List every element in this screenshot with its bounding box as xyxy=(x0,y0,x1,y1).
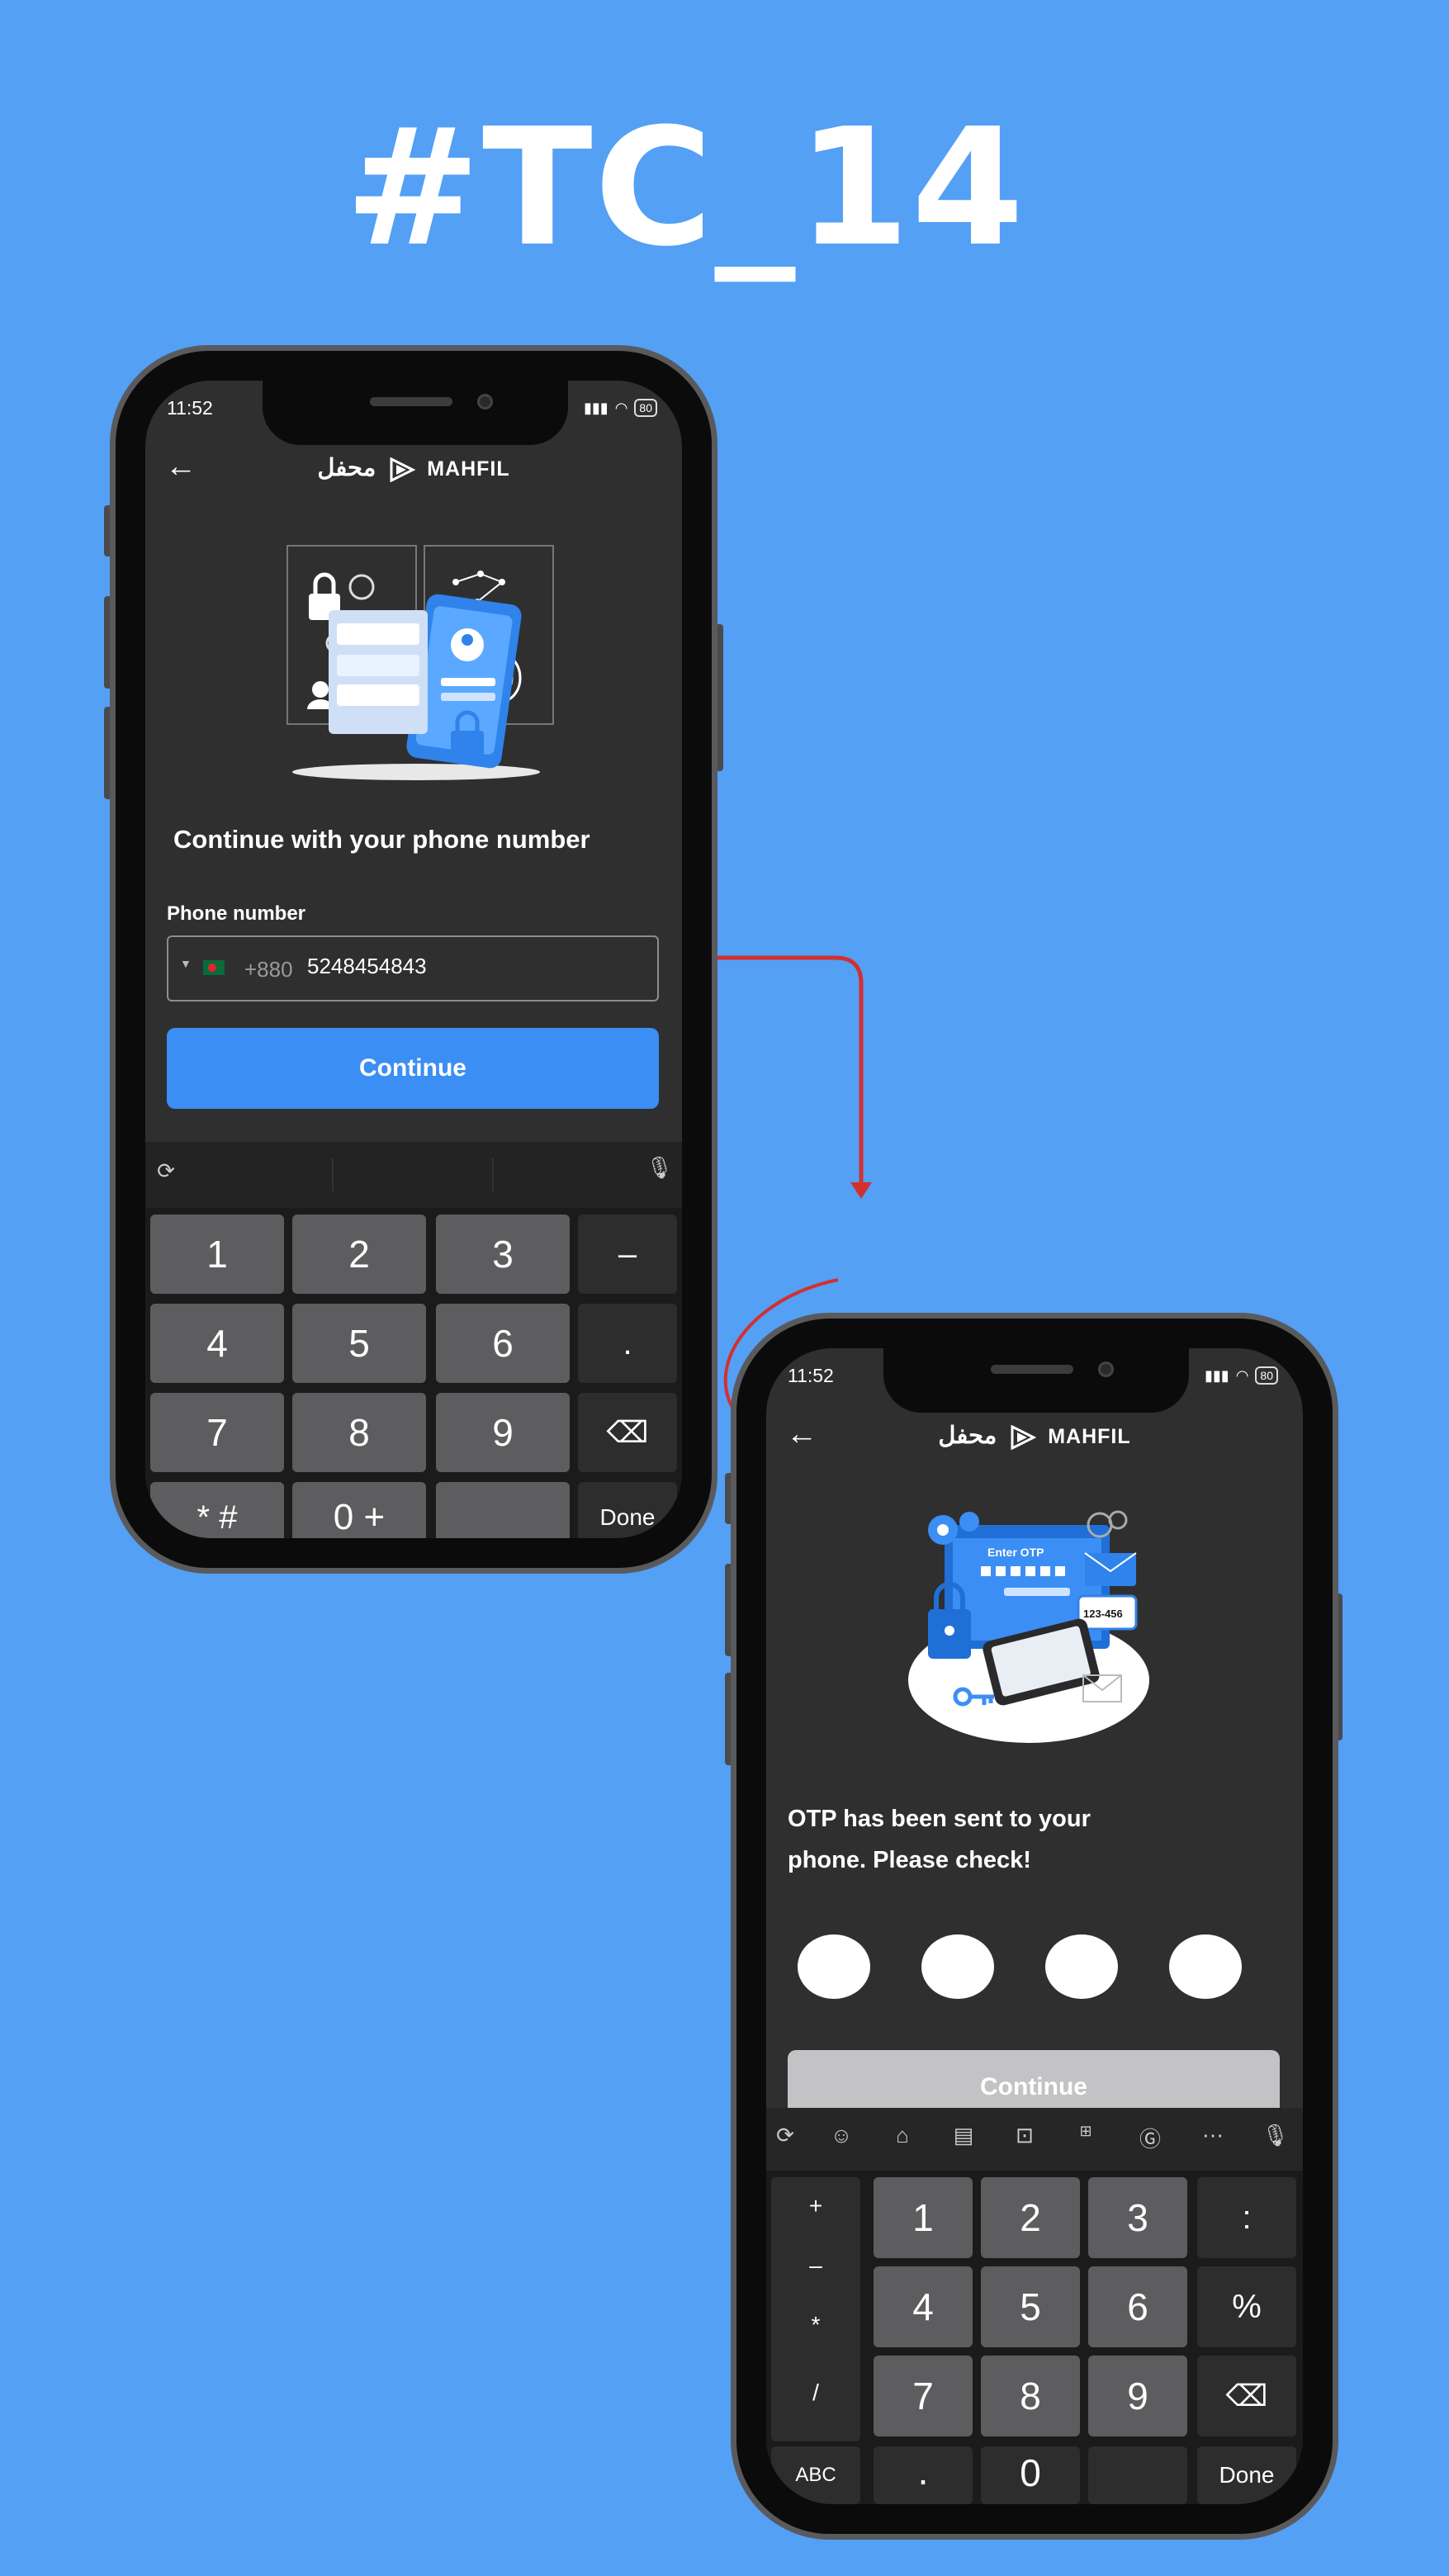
wifi-icon: ◠ xyxy=(614,399,628,416)
key-3[interactable]: 3 xyxy=(1088,2177,1187,2258)
key-abc[interactable]: ABC xyxy=(771,2446,860,2504)
key-0-plus[interactable]: 0 + xyxy=(292,1482,426,1538)
status-icons: ▮▮▮ ◠ 80 xyxy=(584,399,657,417)
key-2[interactable]: 2 xyxy=(981,2177,1080,2258)
numpad-icon[interactable]: ⊞ xyxy=(1073,2123,1098,2140)
phone1-screen: 11:52 ▮▮▮ ◠ 80 ← محفل MAHFIL Continue wi… xyxy=(145,381,682,1538)
signal-icon: ▮▮▮ xyxy=(1204,1366,1229,1384)
logo-text: MAHFIL xyxy=(427,457,510,481)
key-done[interactable]: Done xyxy=(578,1482,677,1538)
key-6[interactable]: 6 xyxy=(1088,2266,1187,2347)
country-dropdown-chevron-icon[interactable]: ▼ xyxy=(180,957,192,970)
otp-digit-3-input[interactable] xyxy=(1045,1934,1118,1999)
status-time: 11:52 xyxy=(788,1365,834,1386)
key-1[interactable]: 1 xyxy=(874,2177,973,2258)
suggestion-divider-2 xyxy=(492,1158,494,1191)
backspace-key-icon[interactable]: ⌫ xyxy=(578,1393,677,1472)
otp-illustration-title: Enter OTP xyxy=(987,1546,1044,1559)
key-period[interactable]: . xyxy=(578,1304,677,1383)
emoji-icon[interactable]: ☺ xyxy=(829,2123,854,2148)
app-logo: محفل MAHFIL xyxy=(145,453,682,483)
key-percent[interactable]: % xyxy=(1197,2266,1296,2347)
otp-digit-4-input[interactable] xyxy=(1169,1934,1242,1999)
key-slash[interactable]: / xyxy=(771,2356,860,2430)
play-logo-icon xyxy=(1011,1425,1037,1451)
otp-digit-1-input[interactable] xyxy=(798,1934,870,1999)
continue-button[interactable]: Continue xyxy=(167,1028,659,1109)
country-code: +880 xyxy=(244,957,293,982)
key-star-hash[interactable]: * # xyxy=(150,1482,284,1538)
signal-icon: ▮▮▮ xyxy=(583,399,608,416)
microphone-icon[interactable]: 🎙 xyxy=(1262,2123,1289,2148)
key-0[interactable]: 0 xyxy=(981,2446,1080,2504)
phone-number-value[interactable]: 5248454843 xyxy=(307,954,427,979)
key-colon[interactable]: : xyxy=(1197,2177,1296,2258)
key-asterisk[interactable]: * xyxy=(771,2296,860,2354)
continue-button[interactable]: Continue xyxy=(788,2050,1280,2116)
key-1[interactable]: 1 xyxy=(150,1215,284,1294)
phone2-status-bar: 11:52 ▮▮▮ ◠ 80 xyxy=(788,1365,1278,1398)
key-9[interactable]: 9 xyxy=(1088,2356,1187,2436)
test-case-title: #TC_14 xyxy=(344,94,1026,282)
status-icons: ▮▮▮ ◠ 80 xyxy=(1205,1366,1278,1385)
play-logo-icon xyxy=(390,457,416,483)
keyboard-translate-icon[interactable]: ⟳ xyxy=(773,2123,798,2148)
phone1-status-bar: 11:52 ▮▮▮ ◠ 80 xyxy=(167,397,657,430)
key-4[interactable]: 4 xyxy=(150,1304,284,1383)
key-5[interactable]: 5 xyxy=(981,2266,1080,2347)
logo-text: MAHFIL xyxy=(1048,1425,1131,1448)
keyboard-toolbar: ⟳ ☺ ⌂ ▤ ⊡ ⊞ Ⓖ ⋯ 🎙 xyxy=(766,2108,1303,2171)
key-minus[interactable]: – xyxy=(771,2237,860,2294)
otp-illustration: Enter OTP 123-456 xyxy=(908,1510,1149,1743)
key-2[interactable]: 2 xyxy=(292,1215,426,1294)
key-5[interactable]: 5 xyxy=(292,1304,426,1383)
more-options-icon[interactable]: ⋯ xyxy=(1200,2123,1225,2148)
status-time: 11:52 xyxy=(167,397,213,419)
key-plus[interactable]: + xyxy=(771,2177,860,2235)
logo-arabic: محفل xyxy=(317,455,376,481)
flow-arrowhead xyxy=(850,1182,872,1199)
key-3[interactable]: 3 xyxy=(436,1215,570,1294)
microphone-icon[interactable]: 🎙 xyxy=(646,1155,673,1181)
key-space[interactable] xyxy=(1088,2446,1187,2504)
logo-arabic: محفل xyxy=(938,1423,997,1449)
suggestion-divider-1 xyxy=(332,1158,334,1191)
phone-number-field[interactable]: ▼ +880 5248454843 xyxy=(167,935,659,1002)
numeric-keyboard: + – * / ABC 1 2 3 : 4 5 6 % 7 8 9 ⌫ . 0 … xyxy=(766,2171,1303,2504)
clipboard-icon[interactable]: ▤ xyxy=(951,2123,976,2148)
battery-icon: 80 xyxy=(634,399,657,417)
key-7[interactable]: 7 xyxy=(150,1393,284,1472)
key-7[interactable]: 7 xyxy=(874,2356,973,2436)
keyboard-suggestion-bar: ⟳ 🎙 xyxy=(145,1142,682,1208)
key-8[interactable]: 8 xyxy=(292,1393,426,1472)
otp-headline-line2: phone. Please check! xyxy=(788,1847,1031,1873)
phone1-frame: 11:52 ▮▮▮ ◠ 80 ← محفل MAHFIL Continue wi… xyxy=(110,345,717,1574)
wifi-icon: ◠ xyxy=(1235,1366,1249,1384)
key-space[interactable] xyxy=(436,1482,570,1538)
security-illustration xyxy=(286,545,554,780)
battery-icon: 80 xyxy=(1255,1366,1278,1385)
store-icon[interactable]: ⌂ xyxy=(890,2123,915,2148)
otp-illustration-code: 123-456 xyxy=(1083,1608,1123,1620)
page-headline: Continue with your phone number xyxy=(173,825,590,854)
bangladesh-flag-icon[interactable] xyxy=(203,960,225,975)
phone2-screen: 11:52 ▮▮▮ ◠ 80 ← محفل MAHFIL Enter OTP 1… xyxy=(766,1348,1303,2504)
key-4[interactable]: 4 xyxy=(874,2266,973,2347)
backspace-key-icon[interactable]: ⌫ xyxy=(1197,2356,1296,2436)
key-8[interactable]: 8 xyxy=(981,2356,1080,2436)
app-logo: محفل MAHFIL xyxy=(766,1421,1303,1451)
numeric-keyboard: 1 2 3 – 4 5 6 . 7 8 9 ⌫ * # 0 + Done xyxy=(145,1208,682,1538)
key-9[interactable]: 9 xyxy=(436,1393,570,1472)
grammar-icon[interactable]: Ⓖ xyxy=(1138,2123,1163,2153)
keyboard-translate-icon[interactable]: ⟳ xyxy=(154,1158,178,1184)
key-dash[interactable]: – xyxy=(578,1215,677,1294)
translate-icon[interactable]: ⊡ xyxy=(1012,2123,1037,2148)
otp-headline-line1: OTP has been sent to your xyxy=(788,1806,1091,1832)
key-period[interactable]: . xyxy=(874,2446,973,2504)
otp-digit-2-input[interactable] xyxy=(921,1934,994,1999)
phone-number-label: Phone number xyxy=(167,902,306,925)
phone2-frame: 11:52 ▮▮▮ ◠ 80 ← محفل MAHFIL Enter OTP 1… xyxy=(731,1313,1338,2540)
key-done[interactable]: Done xyxy=(1197,2446,1296,2504)
key-6[interactable]: 6 xyxy=(436,1304,570,1383)
